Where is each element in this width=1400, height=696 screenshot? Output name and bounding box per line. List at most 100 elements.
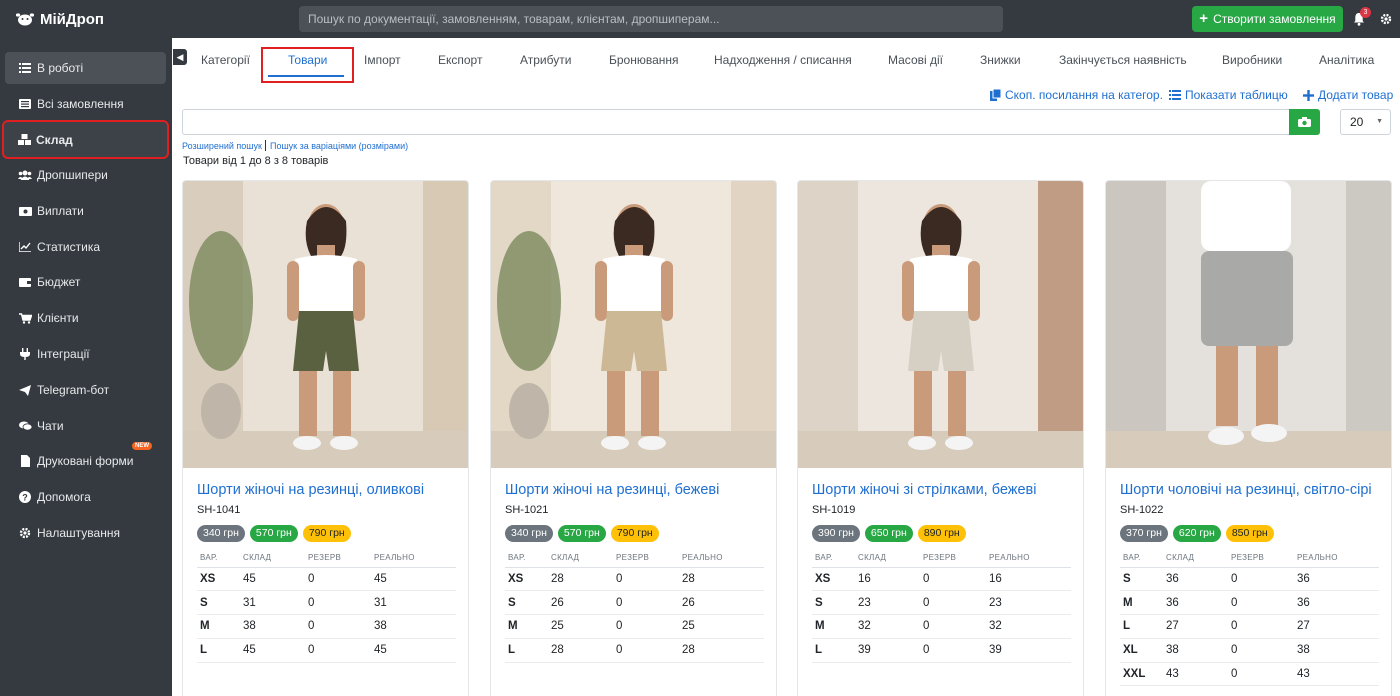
file-icon	[18, 454, 32, 468]
sidebar-item-warehouse[interactable]: Склад	[2, 120, 169, 159]
product-card[interactable]: Шорти чоловічі на резинці, світло-сірі SH…	[1105, 180, 1392, 696]
variant-row[interactable]: M 32 0 32	[812, 614, 1071, 639]
variant-size: M	[812, 614, 855, 639]
app-name: МійДроп	[40, 10, 104, 28]
variant-row[interactable]: S 23 0 23	[812, 590, 1071, 616]
variant-row[interactable]: XXL 43 0 43	[1120, 662, 1379, 687]
variant-stock: 45	[240, 638, 305, 663]
plug-icon	[18, 347, 32, 361]
sidebar-item-settings[interactable]: Налаштування	[5, 517, 166, 549]
tab-analytics[interactable]: Аналітика	[1319, 53, 1374, 67]
tab-receipts-writeoffs[interactable]: Надходження / списання	[714, 53, 852, 67]
variant-row[interactable]: L 39 0 39	[812, 638, 1071, 663]
product-photo[interactable]	[798, 181, 1083, 468]
create-order-button[interactable]: + Створити замовлення	[1192, 6, 1343, 32]
sidebar-item-clients[interactable]: Клієнти	[5, 302, 166, 334]
variants-table: ВАР. СКЛАД РЕЗЕРВ РЕАЛЬНО XS 16 0 16 S 23 0 23 M 32 0 3…	[812, 549, 1071, 663]
variant-size: L	[1120, 614, 1163, 639]
variant-real: 25	[679, 614, 764, 639]
plus-icon	[1303, 89, 1314, 101]
variant-row[interactable]: S 31 0 31	[197, 590, 456, 616]
show-table-label: Показати таблицю	[1185, 88, 1288, 102]
sidebar-item-label: Інтеграції	[37, 347, 90, 361]
variant-row[interactable]: L 27 0 27	[1120, 614, 1379, 639]
sidebar-item-label: Всі замовлення	[37, 97, 124, 111]
sidebar-collapse-button[interactable]: ◀	[173, 49, 187, 65]
product-image	[1106, 181, 1391, 468]
product-photo[interactable]	[1106, 181, 1391, 468]
list-alt-icon	[18, 97, 32, 111]
product-search-input[interactable]	[182, 109, 1289, 135]
tab-discounts[interactable]: Знижки	[980, 53, 1021, 67]
variation-search-link[interactable]: Пошук за варіаціями (розмірами)	[270, 141, 408, 151]
sidebar-item-print-forms[interactable]: Друковані форми NEW	[5, 442, 166, 477]
product-title-link[interactable]: Шорти жіночі зі стрілками, бежеві	[812, 482, 1036, 498]
variant-row[interactable]: M 36 0 36	[1120, 590, 1379, 616]
variant-row[interactable]: XS 28 0 28	[505, 567, 764, 592]
sidebar-item-budget[interactable]: Бюджет	[5, 266, 166, 298]
list-view-icon	[1169, 90, 1181, 100]
sidebar-item-payouts[interactable]: Виплати	[5, 195, 166, 227]
variant-real: 36	[1294, 590, 1379, 616]
advanced-search-link[interactable]: Розширений пошук	[182, 141, 262, 151]
tab-attributes[interactable]: Атрибути	[520, 53, 571, 67]
per-page-select[interactable]: 20 ▼	[1340, 109, 1391, 135]
sidebar-item-all-orders[interactable]: Всі замовлення	[5, 88, 166, 120]
variants-table: ВАР. СКЛАД РЕЗЕРВ РЕАЛЬНО XS 28 0 28 S 26 0 26 M 25 0 2…	[505, 549, 764, 663]
variant-size: XS	[812, 567, 855, 592]
gear-icon[interactable]	[1380, 13, 1392, 25]
variant-row[interactable]: L 45 0 45	[197, 638, 456, 663]
product-title-link[interactable]: Шорти жіночі на резинці, оливкові	[197, 482, 424, 498]
money-icon	[18, 204, 32, 218]
product-photo[interactable]	[491, 181, 776, 468]
show-table-action[interactable]: Показати таблицю	[1169, 88, 1288, 102]
variants-table: ВАР. СКЛАД РЕЗЕРВ РЕАЛЬНО XS 45 0 45 S 31 0 31 M 38 0 3…	[197, 549, 456, 663]
tab-bulk-actions[interactable]: Масові дії	[888, 53, 943, 67]
sidebar-item-integrations[interactable]: Інтеграції	[5, 338, 166, 370]
variants-header-row: ВАР. СКЛАД РЕЗЕРВ РЕАЛЬНО	[1120, 549, 1379, 568]
product-photo[interactable]	[183, 181, 468, 468]
variant-row[interactable]: XS 16 0 16	[812, 567, 1071, 592]
retail-price-badge: 850 грн	[1225, 525, 1274, 542]
sidebar-item-dropshippers[interactable]: Дропшипери	[5, 159, 166, 191]
tab-reservations[interactable]: Бронювання	[609, 53, 679, 67]
tab-manufacturers[interactable]: Виробники	[1222, 53, 1282, 67]
sidebar-item-help[interactable]: ? Допомога	[5, 481, 166, 513]
app-logo[interactable]: МійДроп	[0, 11, 300, 28]
variant-row[interactable]: S 26 0 26	[505, 590, 764, 616]
global-search-input[interactable]: Пошук по документації, замовленням, това…	[299, 6, 1003, 32]
sidebar-item-chats[interactable]: Чати	[5, 410, 166, 442]
product-card[interactable]: Шорти жіночі на резинці, бежеві SH-1021 34…	[490, 180, 777, 696]
drop-price-badge: 650 грн	[864, 525, 913, 542]
variant-row[interactable]: L 28 0 28	[505, 638, 764, 663]
sidebar-item-statistics[interactable]: Статистика	[5, 231, 166, 263]
variant-size: S	[1120, 567, 1163, 592]
copy-category-link-action[interactable]: Скоп. посилання на категор.	[990, 88, 1163, 102]
product-title-link[interactable]: Шорти жіночі на резинці, бежеві	[505, 482, 719, 498]
price-badges: 340 грн 570 грн 790 грн	[505, 525, 659, 542]
image-search-button[interactable]	[1289, 109, 1320, 135]
variant-real: 28	[679, 638, 764, 663]
column-header: РЕАЛЬНО	[986, 549, 1071, 568]
tab-categories[interactable]: Категорії	[201, 53, 250, 67]
variant-row[interactable]: M 25 0 25	[505, 614, 764, 639]
product-title-link[interactable]: Шорти чоловічі на резинці, світло-сірі	[1120, 482, 1372, 498]
product-card[interactable]: Шорти жіночі на резинці, оливкові SH-1041…	[182, 180, 469, 696]
tab-low-stock[interactable]: Закінчується наявність	[1059, 53, 1187, 67]
plus-icon: +	[1199, 10, 1209, 27]
variant-row[interactable]: XL 38 0 38	[1120, 638, 1379, 663]
sidebar-item-label: Склад	[36, 132, 73, 147]
variant-reserve: 0	[1228, 638, 1294, 663]
tab-export[interactable]: Експорт	[438, 53, 482, 67]
variant-row[interactable]: XS 45 0 45	[197, 567, 456, 592]
variant-row[interactable]: S 36 0 36	[1120, 567, 1379, 592]
question-icon: ?	[18, 490, 32, 504]
sidebar-item-telegram-bot[interactable]: Telegram-бот	[5, 374, 166, 406]
sidebar-item-label: Виплати	[37, 204, 84, 218]
sidebar-item-in-progress[interactable]: В роботі	[5, 52, 166, 84]
sidebar-item-label: Бюджет	[37, 275, 81, 289]
tab-import[interactable]: Імпорт	[364, 53, 401, 67]
product-card[interactable]: Шорти жіночі зі стрілками, бежеві SH-1019…	[797, 180, 1084, 696]
variant-row[interactable]: M 38 0 38	[197, 614, 456, 639]
add-product-action[interactable]: Додати товар	[1303, 88, 1393, 102]
